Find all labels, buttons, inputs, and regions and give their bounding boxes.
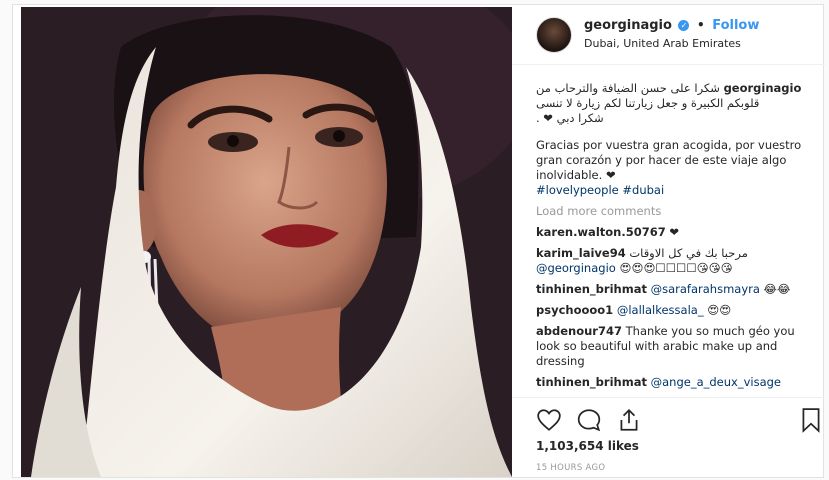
comment-username[interactable]: karen.walton.50767 bbox=[536, 225, 666, 239]
caption-spanish: Gracias por vuestra gran acogida, por vu… bbox=[536, 138, 816, 198]
comment-item: tinhinen_brihmat @sarafarahsmayra 😂😂 bbox=[536, 282, 816, 297]
share-icon[interactable] bbox=[616, 407, 642, 433]
caption-arabic-line2: قلوبكم الكبيرة و جعل زيارتنا لكم زيارة ل… bbox=[536, 96, 760, 110]
comment-item: psychoooo1 @lallalkessala_ 😍😍 bbox=[536, 303, 816, 318]
caption-arabic: georginagio شكرا على حسن الضيافة والترحا… bbox=[536, 81, 816, 126]
verified-badge-icon: ✓ bbox=[678, 20, 690, 31]
comment-text: مرحبا بك في كل الاوقات bbox=[625, 246, 748, 260]
comment-mention[interactable]: @sarafarahsmayra bbox=[651, 282, 760, 296]
post-side-panel: georginagio ✓ • Follow Dubai, United Ara… bbox=[512, 5, 825, 479]
follow-button[interactable]: Follow bbox=[712, 18, 759, 33]
post-photo bbox=[21, 7, 512, 477]
comment-item: tinhinen_brihmat @ange_a_deux_visage bbox=[536, 375, 816, 389]
comment-mention[interactable]: @georginagio bbox=[536, 261, 616, 275]
avatar[interactable] bbox=[536, 17, 572, 53]
comment-username[interactable]: karim_laive94 bbox=[536, 246, 626, 260]
author-username[interactable]: georginagio bbox=[584, 18, 672, 33]
location-link[interactable]: Dubai, United Arab Emirates bbox=[584, 37, 741, 50]
heart-icon[interactable] bbox=[536, 407, 562, 433]
comment-emoji: 😍😍😍☐☐☐☐😘😘😘 bbox=[615, 261, 733, 275]
comment-item: karen.walton.50767 ❤ bbox=[536, 225, 816, 240]
comment-username[interactable]: tinhinen_brihmat bbox=[536, 375, 647, 389]
caption-arabic-line3: شكرا دبي ❤ . bbox=[536, 111, 604, 125]
portrait-image bbox=[21, 7, 512, 477]
action-bar bbox=[536, 407, 826, 435]
bookmark-icon[interactable] bbox=[798, 407, 824, 433]
likes-count[interactable]: 1,103,654 likes bbox=[536, 439, 639, 453]
instagram-post: georginagio ✓ • Follow Dubai, United Ara… bbox=[12, 4, 825, 479]
comment-text: 😂😂 bbox=[759, 282, 791, 296]
comment-item: abdenour747 Thanke you so much géo you l… bbox=[536, 324, 816, 369]
load-more-comments-button[interactable]: Load more comments bbox=[536, 204, 816, 219]
comment-mention[interactable]: @lallalkessala_ bbox=[617, 303, 704, 317]
comment-text: 😍😍 bbox=[703, 303, 732, 317]
caption-hashtags[interactable]: #lovelypeople #dubai bbox=[536, 183, 816, 198]
comment-mention[interactable]: @ange_a_deux_visage bbox=[651, 375, 781, 389]
comment-icon[interactable] bbox=[576, 407, 602, 433]
comments-section: georginagio شكرا على حسن الضيافة والترحا… bbox=[536, 81, 816, 395]
separator-dot: • bbox=[697, 18, 705, 32]
post-timestamp: 15 HOURS AGO bbox=[536, 463, 606, 473]
comment-username[interactable]: abdenour747 bbox=[536, 324, 622, 338]
caption-text-1: شكرا على حسن الضيافة والترحاب من bbox=[536, 81, 724, 95]
post-header: georginagio ✓ • Follow Dubai, United Ara… bbox=[512, 5, 825, 65]
divider bbox=[512, 397, 825, 398]
comment-item: karim_laive94 مرحبا بك في كل الاوقات @ge… bbox=[536, 246, 816, 276]
comment-username[interactable]: tinhinen_brihmat bbox=[536, 282, 647, 296]
author-row: georginagio ✓ • Follow bbox=[584, 18, 759, 33]
caption-arabic-line1: georginagio شكرا على حسن الضيافة والترحا… bbox=[536, 81, 816, 96]
caption-author[interactable]: georginagio bbox=[724, 81, 802, 95]
comment-text: ❤ bbox=[665, 225, 680, 239]
caption-spanish-text: Gracias por vuestra gran acogida, por vu… bbox=[536, 138, 802, 182]
comment-username[interactable]: psychoooo1 bbox=[536, 303, 613, 317]
